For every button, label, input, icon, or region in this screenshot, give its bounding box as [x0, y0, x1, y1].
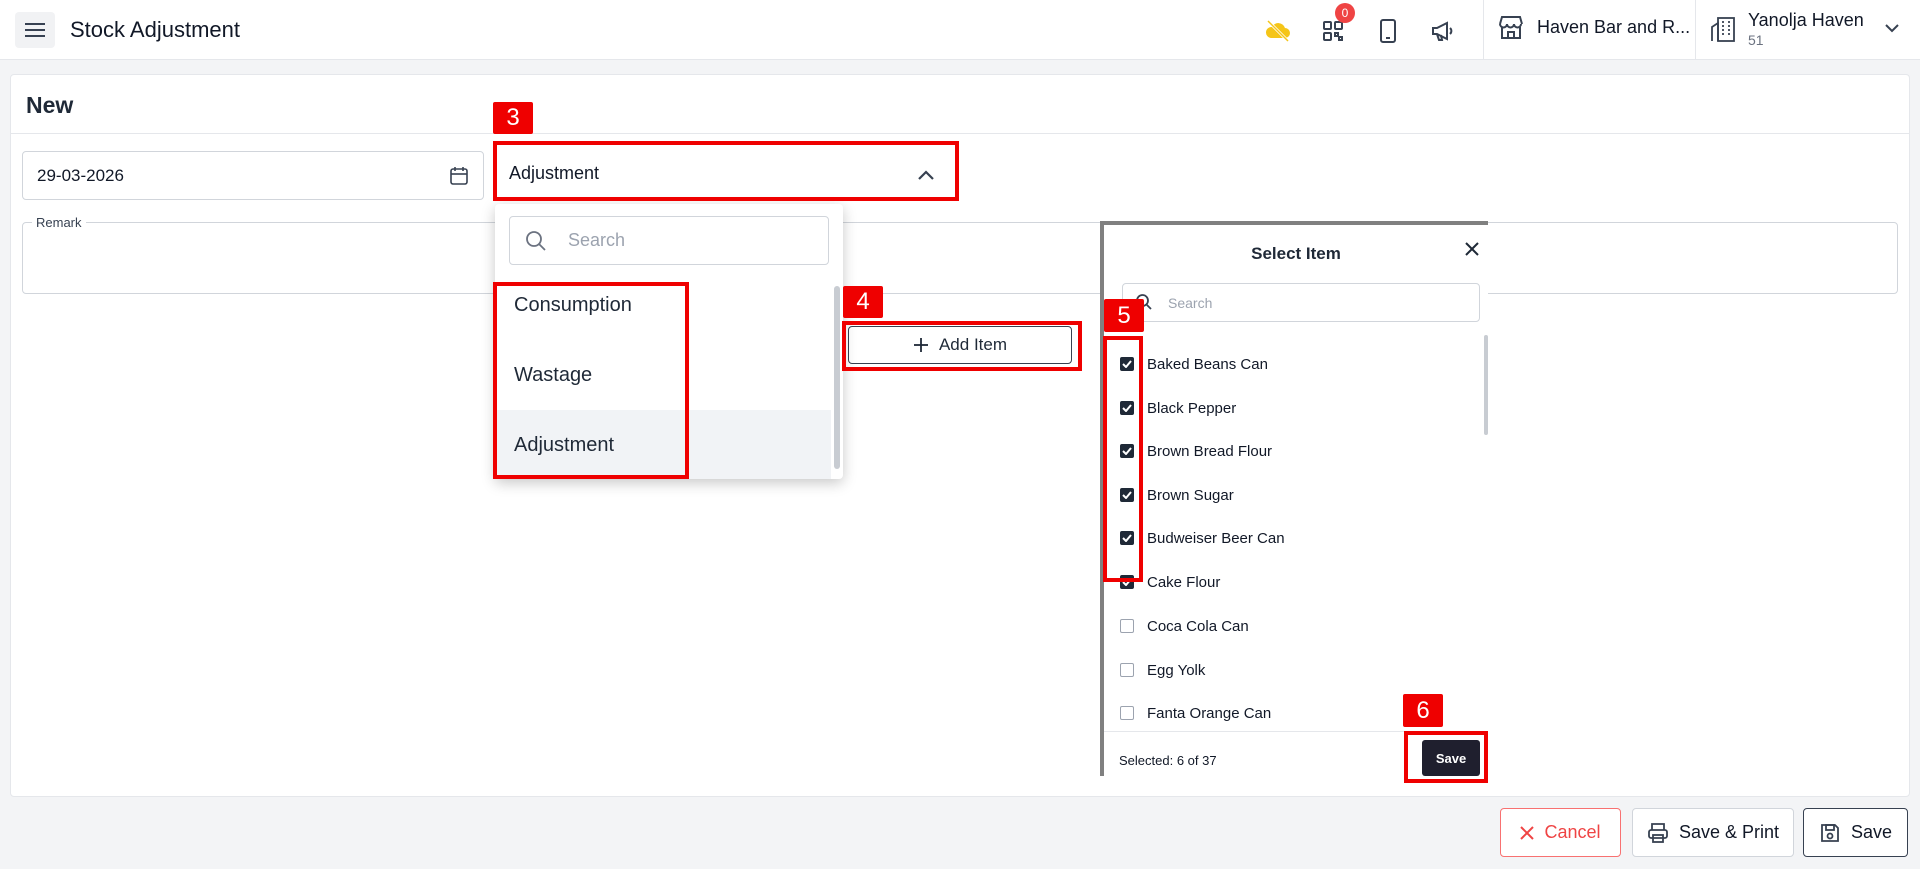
add-item-label: Add Item: [938, 335, 1008, 354]
item-label: Coca Cola Can: [1147, 617, 1249, 635]
item-row[interactable]: Brown Bread Flour: [1120, 436, 1272, 466]
type-dropdown-menu: Search Consumption Wastage Adjustment: [495, 204, 843, 479]
app-header: Stock Adjustment 0 Haven Bar and R... Ya…: [0, 0, 1920, 60]
outlet-name: Haven Bar and R...: [1537, 16, 1691, 37]
item-row[interactable]: Budweiser Beer Can: [1120, 523, 1285, 553]
cancel-button[interactable]: Cancel: [1500, 808, 1621, 857]
chevron-down-icon[interactable]: [1884, 20, 1900, 38]
page-title: Stock Adjustment: [70, 17, 240, 42]
calendar-icon[interactable]: [449, 166, 469, 191]
checkbox-checked[interactable]: [1120, 488, 1134, 502]
save-and-print-button[interactable]: Save & Print: [1632, 808, 1794, 857]
user-id: 51: [1748, 32, 1764, 48]
checkbox-unchecked[interactable]: [1120, 619, 1134, 633]
dropdown-scrollbar[interactable]: [834, 286, 840, 469]
date-input[interactable]: 29-03-2026: [22, 151, 484, 200]
plus-icon: [913, 338, 928, 352]
checkbox-unchecked[interactable]: [1120, 706, 1134, 720]
save-label: Save: [1850, 822, 1893, 842]
save-and-print-label: Save & Print: [1678, 822, 1780, 842]
user-name: Yanolja Haven: [1748, 10, 1864, 30]
item-row[interactable]: Baked Beans Can: [1120, 349, 1268, 379]
remark-label: Remark: [32, 215, 86, 230]
annotation-tag: 4: [843, 286, 883, 318]
remark-textarea[interactable]: [22, 222, 1898, 294]
annotation-tag: 5: [1104, 299, 1144, 332]
item-label: Cake Flour: [1147, 573, 1221, 591]
date-value: 29-03-2026: [37, 165, 124, 185]
checkbox-checked[interactable]: [1120, 444, 1134, 458]
header-divider: [1483, 0, 1484, 60]
form-heading: New: [26, 92, 74, 118]
qr-badge: 0: [1335, 3, 1355, 23]
checkbox-checked[interactable]: [1120, 531, 1134, 545]
adjustment-type-select[interactable]: Adjustment: [497, 147, 957, 199]
item-label: Egg Yolk: [1147, 661, 1206, 679]
annotation-tag: 3: [493, 102, 533, 134]
cancel-label: Cancel: [1544, 822, 1601, 842]
annotation-tag: 6: [1403, 694, 1443, 727]
header-divider: [1695, 0, 1696, 60]
selected-count: Selected: 6 of 37: [1119, 753, 1217, 768]
panel-search-placeholder: Search: [1168, 294, 1213, 311]
search-icon: [525, 230, 547, 257]
item-label: Brown Sugar: [1147, 486, 1234, 504]
panel-save-button[interactable]: Save: [1422, 740, 1480, 776]
panel-search-input[interactable]: Search: [1122, 283, 1480, 322]
type-selected-value: Adjustment: [509, 162, 600, 183]
item-row[interactable]: Fanta Orange Can: [1120, 698, 1271, 728]
megaphone-icon[interactable]: [1427, 15, 1459, 47]
item-label: Baked Beans Can: [1147, 355, 1268, 373]
save-button[interactable]: Save: [1803, 808, 1908, 857]
close-icon: [1520, 825, 1535, 840]
checkbox-checked[interactable]: [1120, 357, 1134, 371]
dropdown-option-consumption[interactable]: Consumption: [495, 270, 831, 340]
hamburger-menu-icon[interactable]: [15, 12, 55, 48]
floppy-disk-icon: [1821, 823, 1839, 842]
chevron-up-icon: [917, 165, 935, 186]
panel-title: Select Item: [1251, 244, 1341, 263]
printer-icon: [1648, 822, 1668, 843]
item-row[interactable]: Brown Sugar: [1120, 480, 1234, 510]
dropdown-option-wastage[interactable]: Wastage: [495, 340, 831, 410]
outlet-switcher[interactable]: Haven Bar and R...: [1497, 14, 1690, 40]
item-label: Brown Bread Flour: [1147, 442, 1273, 460]
item-label: Budweiser Beer Can: [1147, 529, 1285, 547]
checkbox-checked[interactable]: [1120, 401, 1134, 415]
dropdown-option-adjustment[interactable]: Adjustment: [495, 410, 831, 479]
item-row[interactable]: Cake Flour: [1120, 567, 1220, 597]
item-row[interactable]: Egg Yolk: [1120, 655, 1205, 685]
item-row[interactable]: Coca Cola Can: [1120, 611, 1249, 641]
building-icon: [1711, 17, 1735, 42]
heading-divider: [10, 133, 1910, 134]
dropdown-search-placeholder: Search: [568, 230, 626, 250]
add-item-button[interactable]: Add Item: [848, 326, 1072, 364]
cloud-off-icon[interactable]: [1262, 15, 1294, 47]
item-row[interactable]: Black Pepper: [1120, 393, 1236, 423]
checkbox-unchecked[interactable]: [1120, 663, 1134, 677]
select-item-panel: Select Item Search Baked Beans Can Black…: [1100, 221, 1488, 776]
item-label: Black Pepper: [1147, 399, 1237, 417]
close-icon[interactable]: [1464, 241, 1480, 262]
panel-scrollbar[interactable]: [1484, 335, 1488, 435]
item-label: Fanta Orange Can: [1147, 704, 1272, 722]
qr-scan-icon[interactable]: 0: [1317, 3, 1355, 47]
checkbox-checked[interactable]: [1120, 575, 1134, 589]
store-icon: [1499, 16, 1523, 39]
panel-footer-divider: [1104, 731, 1488, 732]
dropdown-search-input[interactable]: Search: [509, 216, 829, 265]
user-profile[interactable]: Yanolja Haven 51: [1710, 9, 1864, 49]
mobile-device-icon[interactable]: [1372, 15, 1404, 47]
